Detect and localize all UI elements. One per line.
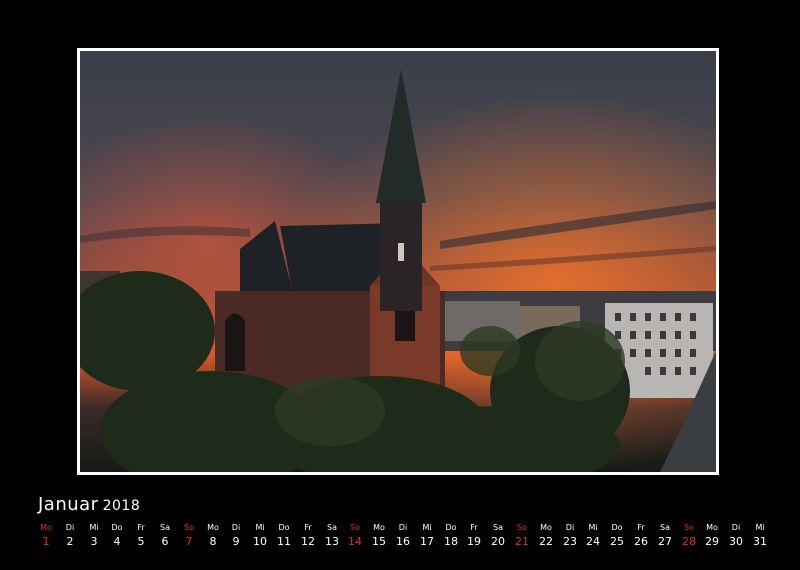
date-row: 1 2 3 4 5 6 7 8 9 10 11 12 13 14 15 16 17 18 19 20 21 22 23 24 2… xyxy=(43,535,768,549)
date-number: 22 xyxy=(539,535,553,548)
weekday-label: Do xyxy=(445,523,457,532)
date-number: 30 xyxy=(729,535,743,548)
weekday-label: So xyxy=(684,523,694,532)
weekday-label: So xyxy=(350,523,360,532)
date-number: 19 xyxy=(467,535,481,548)
date-number: 20 xyxy=(491,535,505,548)
date-number: 6 xyxy=(161,535,169,548)
weekday-label: So xyxy=(184,523,194,532)
weekday-label: Do xyxy=(278,523,290,532)
date-number: 17 xyxy=(420,535,434,548)
weekday-label: Sa xyxy=(160,523,170,532)
date-number: 15 xyxy=(372,535,386,548)
date-number: 26 xyxy=(634,535,648,548)
weekday-label: Do xyxy=(111,523,123,532)
weekday-label: Mi xyxy=(588,523,598,532)
weekday-label: Mo xyxy=(706,523,718,532)
weekday-label: Do xyxy=(611,523,623,532)
date-number: 24 xyxy=(586,535,600,548)
weekday-label: Di xyxy=(231,523,241,532)
weekday-label: Sa xyxy=(493,523,503,532)
month-title: Januar 2018 xyxy=(38,494,140,515)
date-number: 16 xyxy=(396,535,410,548)
date-number: 12 xyxy=(301,535,315,548)
date-number: 10 xyxy=(253,535,267,548)
date-number: 13 xyxy=(325,535,339,548)
weekday-label: Mo xyxy=(373,523,385,532)
weekday-label: Fr xyxy=(637,523,645,532)
weekday-label: Mo xyxy=(540,523,552,532)
weekday-label: Mi xyxy=(89,523,99,532)
weekday-label: Mo xyxy=(40,523,52,532)
weekday-label: Mi xyxy=(255,523,265,532)
date-number: 7 xyxy=(185,535,193,548)
weekday-label: Di xyxy=(731,523,741,532)
weekday-label: Fr xyxy=(304,523,312,532)
date-number: 28 xyxy=(682,535,696,548)
weekday-label: Di xyxy=(565,523,575,532)
weekday-label: Sa xyxy=(327,523,337,532)
weekday-label: Di xyxy=(398,523,408,532)
month-name: Januar xyxy=(38,494,99,515)
date-number: 31 xyxy=(753,535,767,548)
date-number: 27 xyxy=(658,535,672,548)
weekday-label: Fr xyxy=(137,523,145,532)
date-number: 5 xyxy=(137,535,145,548)
date-number: 18 xyxy=(444,535,458,548)
weekday-label: Mi xyxy=(422,523,432,532)
date-number: 29 xyxy=(705,535,719,548)
church-sunset-photo xyxy=(80,51,716,472)
date-number: 1 xyxy=(42,535,50,548)
calendar-photo xyxy=(77,48,719,475)
date-number: 23 xyxy=(563,535,577,548)
date-number: 14 xyxy=(348,535,362,548)
date-number: 2 xyxy=(66,535,74,548)
weekday-label: So xyxy=(517,523,527,532)
date-number: 8 xyxy=(209,535,217,548)
weekday-label: Mo xyxy=(207,523,219,532)
year-label: 2018 xyxy=(102,498,141,514)
date-number: 21 xyxy=(515,535,529,548)
date-number: 3 xyxy=(90,535,98,548)
weekday-label: Mi xyxy=(755,523,765,532)
date-number: 11 xyxy=(277,535,291,548)
weekday-label: Sa xyxy=(660,523,670,532)
date-number: 4 xyxy=(113,535,121,548)
weekday-label: Di xyxy=(65,523,75,532)
date-number: 25 xyxy=(610,535,624,548)
date-number: 9 xyxy=(232,535,240,548)
weekday-label: Fr xyxy=(470,523,478,532)
